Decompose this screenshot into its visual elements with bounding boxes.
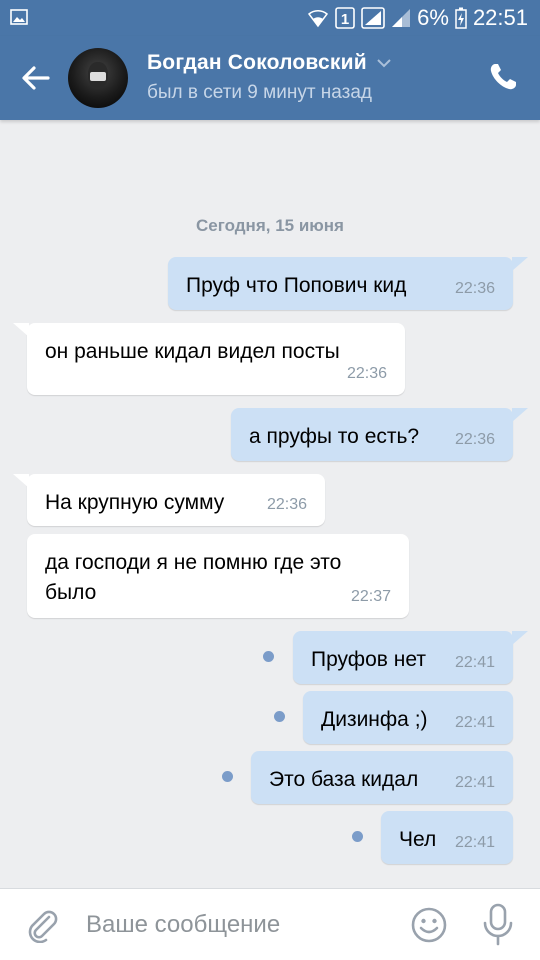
message-outgoing[interactable]: Пруф что Попович кид 22:36 — [168, 257, 513, 310]
bubble-tail — [512, 257, 528, 271]
avatar-mask — [90, 72, 106, 81]
message-text: он раньше кидал видел посты — [45, 340, 340, 363]
sim-badge: 1 — [341, 11, 349, 28]
back-arrow-icon[interactable] — [18, 60, 54, 96]
message-time: 22:41 — [454, 834, 495, 851]
bubble-tail — [512, 408, 528, 422]
message-time: 22:36 — [454, 431, 495, 448]
clock: 22:51 — [472, 5, 528, 30]
message-incoming[interactable]: да господи я не помню где это было 22:37 — [27, 534, 409, 618]
message-incoming[interactable]: он раньше кидал видел посты 22:36 — [27, 323, 405, 395]
message-text: да господи я не помню где это было — [45, 551, 342, 604]
bubble-tail — [512, 631, 528, 645]
signal-icon — [361, 7, 385, 29]
presence-status: был в сети 9 минут назад — [147, 82, 373, 103]
message-text: Пруф что Попович кид — [186, 274, 407, 297]
paperclip-icon[interactable] — [24, 907, 60, 943]
message-text: Пруфов нет — [311, 648, 426, 671]
signal-bars-icon — [392, 9, 411, 27]
unread-dot — [263, 651, 274, 662]
message-time: 22:36 — [346, 365, 387, 382]
message-incoming[interactable]: На крупную сумму 22:36 — [27, 474, 325, 526]
contact-name-row[interactable]: Богдан Соколовский — [147, 51, 391, 75]
battery-charging-icon — [455, 7, 467, 29]
message-time: 22:41 — [454, 654, 495, 671]
sim-signal-icon: 1 — [335, 7, 355, 29]
chat-header: Богдан Соколовский был в сети 9 минут на… — [0, 36, 540, 120]
battery-percent: 6% — [417, 5, 449, 30]
emoji-icon[interactable] — [410, 906, 448, 944]
avatar[interactable] — [68, 48, 128, 108]
message-outgoing[interactable]: Пруфов нет 22:41 — [293, 631, 513, 684]
message-text: а пруфы то есть? — [249, 425, 420, 448]
message-time: 22:36 — [454, 280, 495, 297]
compose-bar — [0, 888, 540, 960]
wifi-icon — [308, 10, 329, 28]
date-separator: Сегодня, 15 июня — [196, 216, 344, 235]
bubble-tail — [13, 474, 29, 488]
message-outgoing[interactable]: а пруфы то есть? 22:36 — [231, 408, 513, 461]
message-time: 22:41 — [454, 714, 495, 731]
phone-icon[interactable] — [488, 62, 518, 92]
unread-dot — [274, 711, 285, 722]
chevron-down-icon — [377, 59, 391, 68]
message-list[interactable]: Сегодня, 15 июня Пруф что Попович кид 22… — [0, 120, 540, 888]
message-time: 22:37 — [350, 588, 391, 605]
contact-name: Богдан Соколовский — [147, 51, 367, 74]
message-text: Дизинфа ;) — [321, 708, 428, 731]
message-outgoing[interactable]: Чел 22:41 — [381, 811, 513, 864]
message-time: 22:41 — [454, 774, 495, 791]
message-outgoing[interactable]: Это база кидал 22:41 — [251, 751, 513, 804]
message-text: Это база кидал — [269, 768, 419, 791]
bubble-tail — [13, 323, 29, 337]
status-bar: 1 6% 22:51 — [0, 0, 540, 36]
message-time: 22:36 — [266, 496, 307, 513]
message-text: Чел — [399, 828, 437, 851]
unread-dot — [352, 831, 363, 842]
message-text: На крупную сумму — [45, 491, 225, 514]
image-icon — [10, 9, 28, 25]
unread-dot — [222, 771, 233, 782]
microphone-icon[interactable] — [480, 903, 516, 947]
message-input[interactable] — [86, 907, 386, 943]
message-outgoing[interactable]: Дизинфа ;) 22:41 — [303, 691, 513, 744]
